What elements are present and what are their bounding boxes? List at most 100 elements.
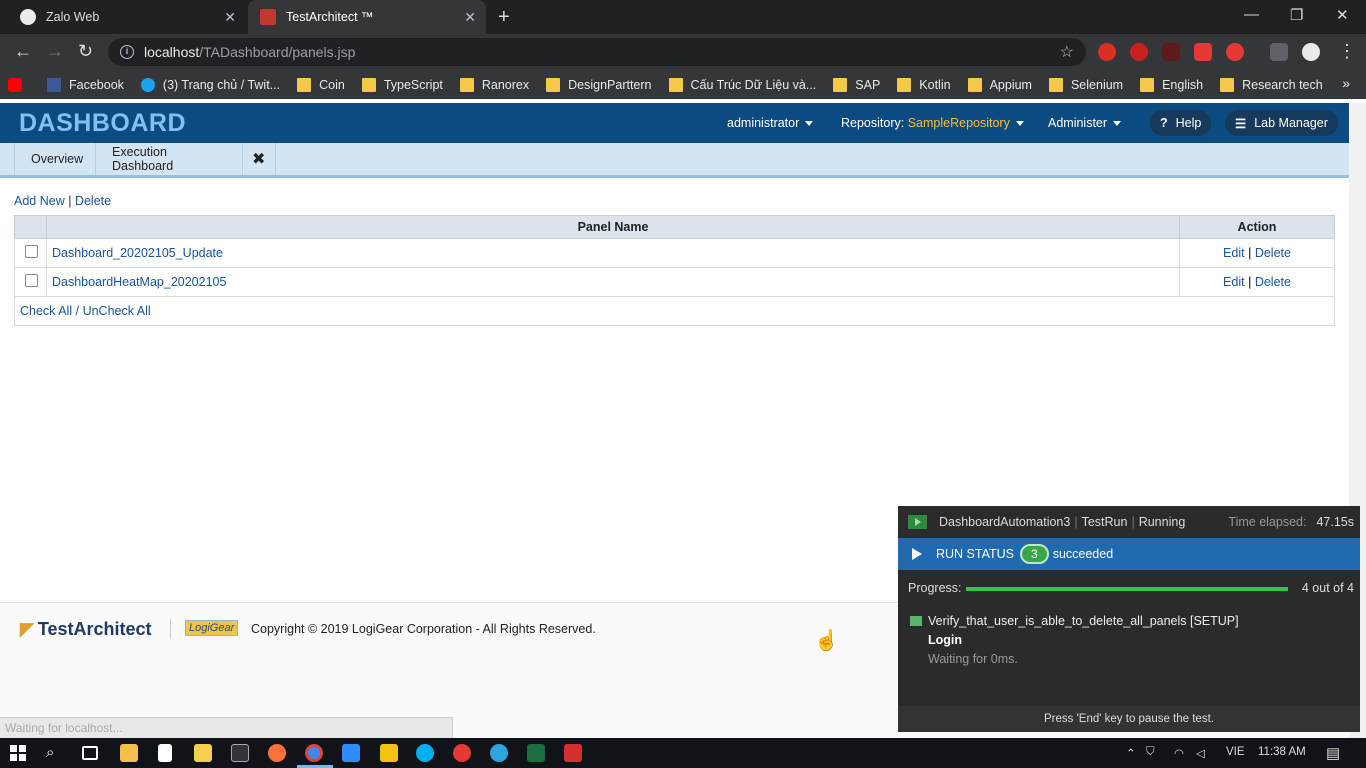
zoom-icon[interactable] xyxy=(342,744,360,762)
close-icon[interactable]: ✕ xyxy=(464,9,476,26)
firefox-icon[interactable] xyxy=(268,744,286,762)
windows-start-icon[interactable] xyxy=(10,745,26,761)
sticky-notes-icon[interactable] xyxy=(194,744,212,762)
chat-icon[interactable] xyxy=(453,744,471,762)
table-row: Dashboard_20202105_Update Edit | Delete xyxy=(14,238,1335,268)
delete-row-link[interactable]: Delete xyxy=(1255,246,1291,260)
testarchitect-app-icon[interactable] xyxy=(564,744,582,762)
task-view-icon[interactable] xyxy=(82,746,98,760)
delete-row-link[interactable]: Delete xyxy=(1255,275,1291,289)
back-icon[interactable]: ← xyxy=(14,41,32,62)
media-control-icon[interactable] xyxy=(1270,43,1288,61)
panel-name-link[interactable]: Dashboard_20202105_Update xyxy=(52,246,223,260)
edit-link[interactable]: Edit xyxy=(1223,275,1245,289)
bookmark-star-icon[interactable]: ☆ xyxy=(1060,42,1074,62)
bookmark-item[interactable]: Kotlin xyxy=(897,77,951,92)
terminal-icon[interactable] xyxy=(231,744,249,762)
bookmark-item[interactable]: Appium xyxy=(967,77,1032,92)
repository-menu[interactable]: Repository: SampleRepository xyxy=(841,116,1024,130)
edit-link[interactable]: Edit xyxy=(1223,246,1245,260)
telegram-icon[interactable] xyxy=(490,744,508,762)
notifications-icon[interactable]: ▤ xyxy=(1326,744,1340,762)
bookmark-item[interactable]: Coin xyxy=(297,77,345,92)
panels-table: Panel Name Action Dashboard_20202105_Upd… xyxy=(14,215,1335,326)
tab-testarchitect[interactable]: TestArchitect ™ ✕ xyxy=(248,0,486,34)
time-elapsed: Time elapsed: 47.15s xyxy=(1228,515,1354,529)
bookmark-item[interactable]: DesignParttern xyxy=(546,77,652,92)
bookmark-item[interactable]: Research tech xyxy=(1220,77,1323,92)
bookmark-label: Coin xyxy=(319,77,345,92)
forward-icon[interactable]: → xyxy=(46,41,64,62)
tray-overflow-icon[interactable]: ⌃ xyxy=(1126,746,1136,760)
address-bar[interactable]: i localhost/TADashboard/panels.jsp ☆ xyxy=(108,38,1086,66)
extension-bolt-icon[interactable] xyxy=(1098,43,1116,61)
panel-name-link[interactable]: DashboardHeatMap_20202105 xyxy=(52,275,226,289)
network-icon[interactable]: ⛉ xyxy=(1146,746,1155,759)
bookmark-item[interactable]: Facebook xyxy=(47,77,124,92)
administer-menu[interactable]: Administer xyxy=(1048,116,1122,130)
reload-icon[interactable]: ↻ xyxy=(78,41,93,62)
bookmark-item[interactable]: TypeScript xyxy=(361,77,443,92)
site-info-icon[interactable]: i xyxy=(120,45,134,59)
chrome-menu-icon[interactable]: ⋮ xyxy=(1338,41,1356,62)
notepad-icon[interactable] xyxy=(158,744,172,762)
excel-icon[interactable] xyxy=(527,744,545,762)
add-new-link[interactable]: Add New xyxy=(14,194,65,208)
settings-wrench-icon[interactable]: ✖ xyxy=(243,143,276,175)
bookmarks-overflow-icon[interactable]: » xyxy=(1342,75,1350,91)
row-checkbox[interactable] xyxy=(25,245,38,258)
testarchitect-icon xyxy=(260,9,276,25)
chrome-icon[interactable] xyxy=(305,744,323,762)
bookmark-item[interactable]: Cấu Trúc Dữ Liệu và... xyxy=(668,77,816,92)
bookmark-item[interactable]: Ranorex xyxy=(459,77,529,92)
profile-avatar[interactable] xyxy=(1302,43,1320,61)
bookmark-item[interactable]: (3) Trang chủ / Twit... xyxy=(140,77,280,92)
volume-icon[interactable]: ◁ xyxy=(1196,746,1205,760)
dashboard-logo[interactable]: DASHBOARD xyxy=(19,109,186,138)
bookmark-label: TypeScript xyxy=(383,77,443,92)
wifi-icon[interactable]: ◠ xyxy=(1174,746,1184,760)
row-select-cell xyxy=(14,238,47,268)
lab-manager-button[interactable]: ☰ Lab Manager xyxy=(1225,110,1338,136)
bookmark-youtube[interactable] xyxy=(8,77,30,92)
extension-pdf-icon[interactable] xyxy=(1162,43,1180,61)
user-menu[interactable]: administrator xyxy=(727,116,814,130)
bookmark-item[interactable]: Selenium xyxy=(1048,77,1123,92)
slash: / xyxy=(75,304,80,318)
check-all-link[interactable]: Check All xyxy=(20,304,72,318)
play-icon[interactable] xyxy=(912,548,922,560)
skype-icon[interactable] xyxy=(416,744,434,762)
sticky-icon[interactable] xyxy=(380,744,398,762)
tab-execution-dashboard[interactable]: Execution Dashboard xyxy=(96,143,243,175)
tab-zalo-web[interactable]: Zalo Web ✕ xyxy=(8,0,246,34)
file-explorer-icon[interactable] xyxy=(120,744,138,762)
minimize-icon[interactable]: — xyxy=(1244,6,1259,23)
search-icon[interactable]: ⌕ xyxy=(46,744,64,762)
panel-actions: Add New | Delete xyxy=(14,194,111,208)
row-checkbox[interactable] xyxy=(25,274,38,287)
bookmark-item[interactable]: English xyxy=(1140,77,1203,92)
run-folder-icon xyxy=(908,515,927,529)
new-tab-icon[interactable]: + xyxy=(498,6,510,29)
extension-testarchitect-icon[interactable] xyxy=(1194,43,1212,61)
tab-label: Execution Dashboard xyxy=(112,145,174,173)
adblock-icon[interactable] xyxy=(1130,43,1148,61)
bookmark-item[interactable]: SAP xyxy=(833,77,880,92)
table-header-row: Panel Name Action xyxy=(14,215,1335,239)
uncheck-all-link[interactable]: UnCheck All xyxy=(83,304,151,318)
delete-link[interactable]: Delete xyxy=(75,194,111,208)
folder-icon xyxy=(833,77,848,92)
restore-icon[interactable]: ❐ xyxy=(1290,6,1303,24)
input-language[interactable]: VIE xyxy=(1226,746,1245,758)
logigear-logo: LogiGear xyxy=(185,620,239,636)
window-close-icon[interactable]: ✕ xyxy=(1336,6,1349,24)
close-icon[interactable]: ✕ xyxy=(224,9,236,26)
help-button[interactable]: ? Help xyxy=(1150,110,1212,136)
bookmark-label: Appium xyxy=(989,77,1032,92)
extension-sync-icon[interactable] xyxy=(1226,43,1244,61)
run-kind: TestRun xyxy=(1081,515,1128,529)
footer-divider xyxy=(170,619,171,639)
folder-icon xyxy=(459,77,474,92)
clock[interactable]: 11:38 AM xyxy=(1258,746,1306,758)
tab-overview[interactable]: Overview xyxy=(14,143,96,175)
